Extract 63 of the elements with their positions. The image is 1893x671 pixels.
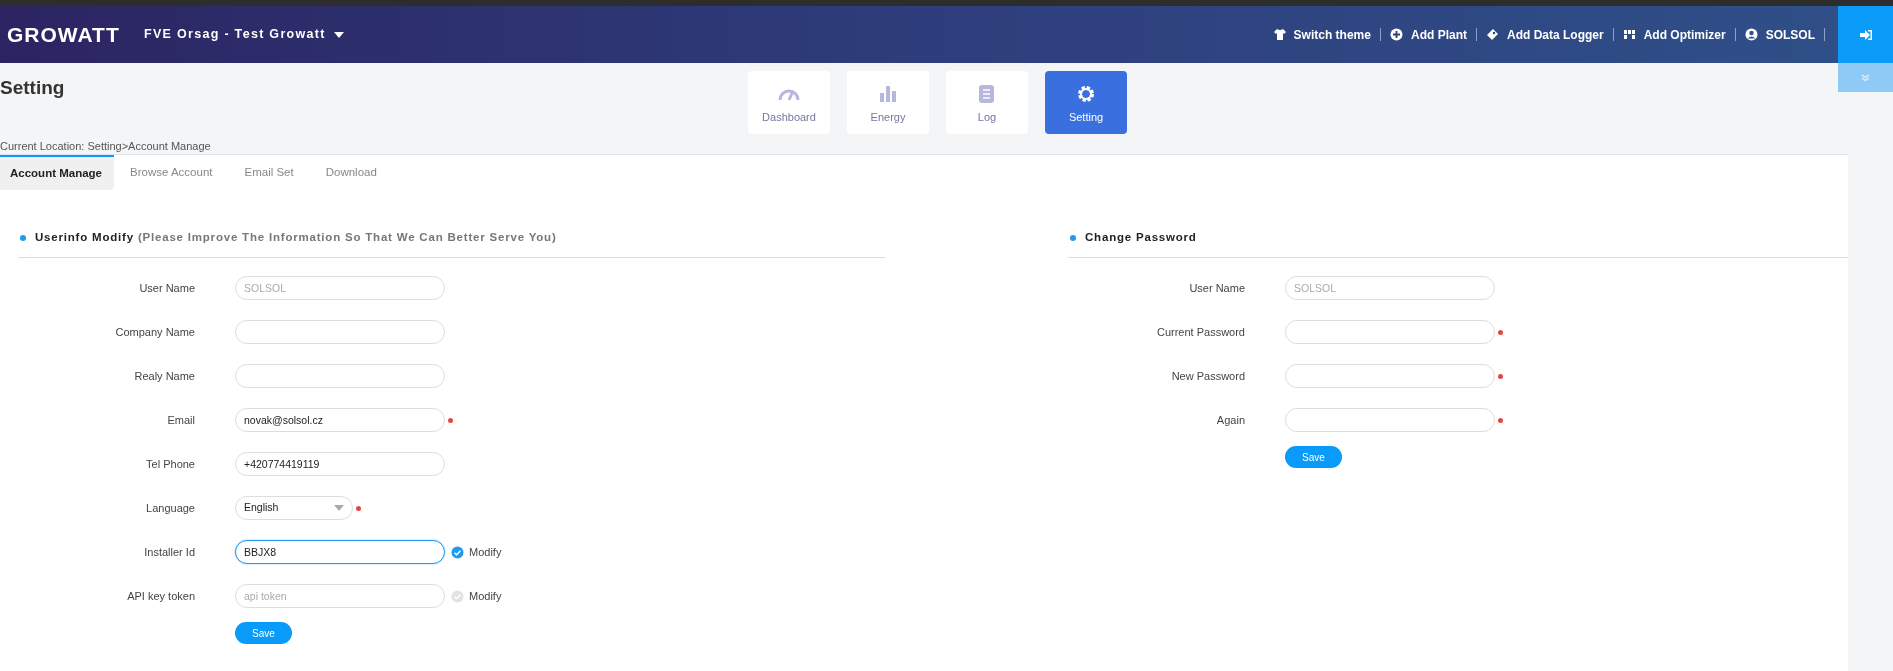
page-title: Setting — [0, 76, 66, 100]
input-field[interactable] — [235, 320, 445, 344]
logo[interactable]: GROWATT — [0, 18, 140, 51]
field-label: User Name — [1188, 280, 1245, 296]
plant-selector[interactable]: FVE Orsag - Test Growatt — [144, 25, 344, 44]
header-link[interactable]: Add Data Logger — [1485, 25, 1604, 44]
tab[interactable]: Email Set — [228, 155, 310, 190]
nav-tile[interactable]: Log — [946, 71, 1028, 134]
input-field[interactable] — [1285, 364, 1495, 388]
field-label: Email — [166, 412, 195, 428]
input-field[interactable] — [235, 364, 445, 388]
checkbox-label: Modify — [469, 544, 502, 560]
checkbox[interactable] — [451, 589, 464, 603]
header-link[interactable]: SOLSOL — [1744, 25, 1815, 44]
field-label: Realy Name — [133, 368, 195, 384]
field-label: Company Name — [114, 324, 195, 340]
plus-circle-icon — [1389, 28, 1403, 41]
input-field[interactable]: novak@solsol.cz — [235, 408, 445, 432]
nav-tile[interactable]: Dashboard — [748, 71, 830, 134]
input-field[interactable] — [1285, 320, 1495, 344]
user-icon — [1744, 28, 1758, 41]
input-field[interactable] — [1285, 408, 1495, 432]
chevron-down-icon — [1861, 74, 1870, 81]
section-title: Change Password — [1085, 229, 1197, 245]
field-label: Tel Phone — [145, 456, 195, 472]
tab[interactable]: Download — [309, 155, 393, 190]
field-label: Installer Id — [143, 544, 195, 560]
nav-tile[interactable]: Setting — [1045, 71, 1127, 134]
gear-icon — [1075, 83, 1097, 104]
nav-tile[interactable]: Energy — [847, 71, 929, 134]
field-label: Current Password — [1155, 324, 1245, 340]
caret-icon — [334, 505, 344, 511]
section-title: Userinfo Modify — [35, 229, 134, 245]
field-label: New Password — [1170, 368, 1245, 384]
caret-icon — [333, 31, 344, 38]
breadcrumb: Current Location: Setting>Account Manage — [0, 139, 212, 154]
logout-icon — [1859, 29, 1872, 40]
input-field[interactable]: SOLSOL — [235, 276, 445, 300]
field-label: User Name — [138, 280, 195, 296]
bullet-icon — [20, 234, 26, 241]
dots-icon — [1622, 28, 1636, 41]
shirt-icon — [1272, 28, 1286, 41]
tab[interactable]: Browse Account — [114, 155, 229, 190]
checkbox-label: Modify — [469, 588, 502, 604]
header-link[interactable]: Add Optimizer — [1622, 25, 1726, 44]
input-field[interactable]: BBJX8 — [235, 540, 445, 564]
section-subtitle: (Please Improve The Information So That We Can Better Serve You) — [137, 229, 557, 245]
field-label: Language — [145, 500, 195, 516]
logout-button[interactable] — [1838, 6, 1893, 63]
tag-icon — [1485, 28, 1499, 41]
input-field[interactable]: SOLSOL — [1285, 276, 1495, 300]
tab[interactable]: Account Manage — [0, 155, 114, 190]
collapse-button[interactable] — [1838, 63, 1893, 92]
header-link[interactable]: Add Plant — [1389, 25, 1467, 44]
input-field[interactable]: api token — [235, 584, 445, 608]
language-select[interactable]: English — [235, 496, 353, 520]
input-field[interactable]: +420774419119 — [235, 452, 445, 476]
bullet-icon — [1070, 234, 1076, 241]
bar-chart-icon — [877, 83, 899, 104]
checkbox[interactable] — [451, 545, 464, 559]
header-link[interactable]: Switch theme — [1272, 25, 1371, 44]
field-label: API key token — [126, 588, 195, 604]
field-label: Again — [1215, 412, 1245, 428]
